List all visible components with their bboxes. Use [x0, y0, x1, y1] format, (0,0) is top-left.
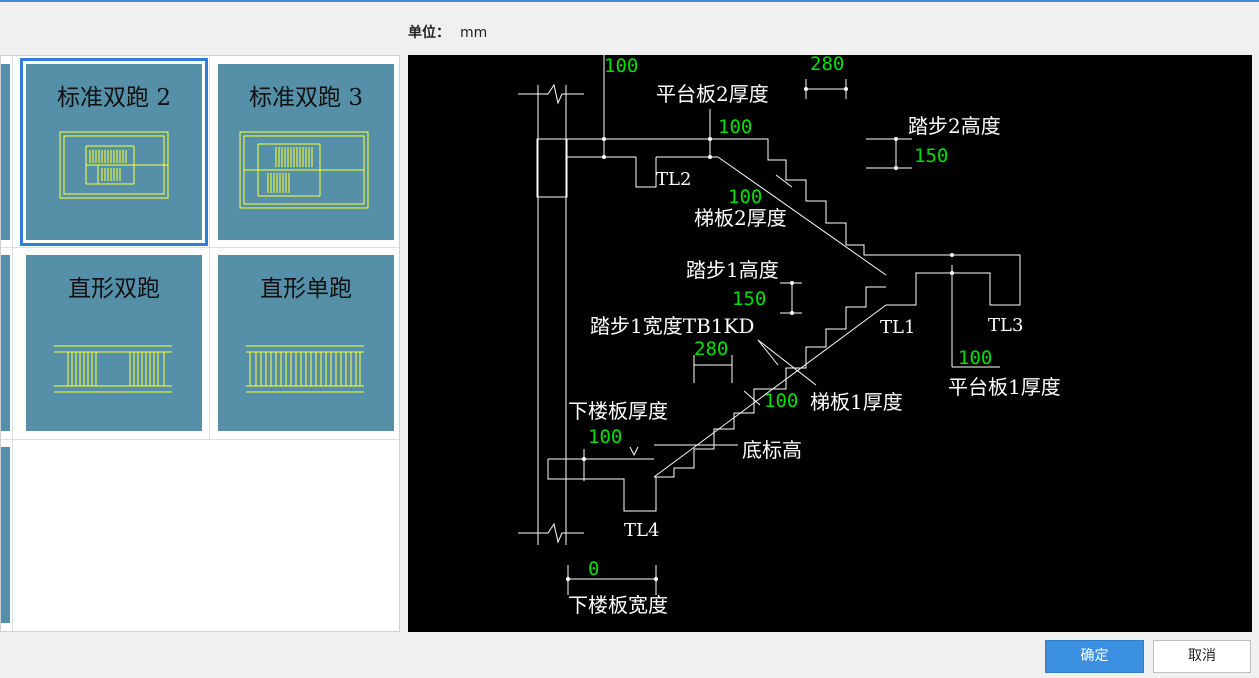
unit-label: 单位： mm [408, 22, 487, 42]
label-platform1-thickness: 平台板1厚度 [948, 375, 1061, 399]
stair-straight-icon [246, 345, 364, 393]
template-tile-standard-double-2[interactable]: 标准双跑 2 [20, 58, 208, 246]
label-platform2-thickness: 平台板2厚度 [656, 82, 769, 106]
label-lower-slab-width: 下楼板宽度 [568, 593, 668, 617]
dim-platform1-100: 100 [958, 347, 992, 369]
label-tl2: TL2 [656, 169, 691, 190]
stair-straight-icon [54, 345, 172, 393]
dim-lower-100: 100 [588, 426, 622, 448]
cancel-button[interactable]: 取消 [1153, 640, 1251, 673]
dim-tb1-100: 100 [764, 390, 798, 412]
stair-plan-icon [59, 131, 169, 199]
window-top-border [0, 0, 1259, 2]
label-tl3: TL3 [988, 315, 1023, 336]
template-tile-straight-single[interactable]: 直形单跑 [218, 255, 394, 431]
template-tile-partial[interactable] [1, 447, 10, 623]
label-step1-height: 踏步1高度 [686, 258, 779, 282]
template-tile-standard-double-3[interactable]: 标准双跑 3 [218, 64, 394, 240]
stair-section-preview: 100 280 100 150 100 150 280 100 100 100 … [408, 53, 1252, 632]
stair-section-drawing: 100 280 100 150 100 150 280 100 100 100 … [518, 53, 1061, 617]
unit-key: 单位： [408, 25, 450, 41]
dim-step2-150: 150 [914, 145, 948, 167]
ok-button[interactable]: 确定 [1045, 640, 1144, 673]
dim-step1-150: 150 [732, 288, 766, 310]
stair-plan-icon [239, 131, 369, 209]
label-tb1-thickness: 梯板1厚度 [810, 390, 903, 414]
label-tb2-thickness: 梯板2厚度 [694, 206, 787, 230]
dim-top-280: 280 [810, 55, 844, 75]
unit-value: mm [460, 25, 488, 41]
template-tile-partial[interactable] [1, 64, 10, 240]
dim-lower-width-0: 0 [588, 558, 599, 580]
label-step2-height: 踏步2高度 [908, 114, 1001, 138]
dim-platform2-100: 100 [718, 116, 752, 138]
label-tl4: TL4 [624, 520, 659, 541]
dim-top-100: 100 [604, 55, 638, 77]
template-tile-partial[interactable] [1, 255, 10, 431]
label-bottom-elevation: 底标高 [742, 438, 802, 462]
dim-step1-280: 280 [694, 338, 728, 360]
label-lower-slab-thickness: 下楼板厚度 [568, 399, 668, 423]
template-tile-straight-double[interactable]: 直形双跑 [26, 255, 202, 431]
template-grid: 标准双跑 2 标准双跑 3 直形双跑 直形单跑 [0, 55, 400, 632]
dim-tb2-100: 100 [728, 186, 762, 208]
label-step1-width: 踏步1宽度TB1KD [590, 314, 754, 338]
label-tl1: TL1 [880, 317, 915, 338]
